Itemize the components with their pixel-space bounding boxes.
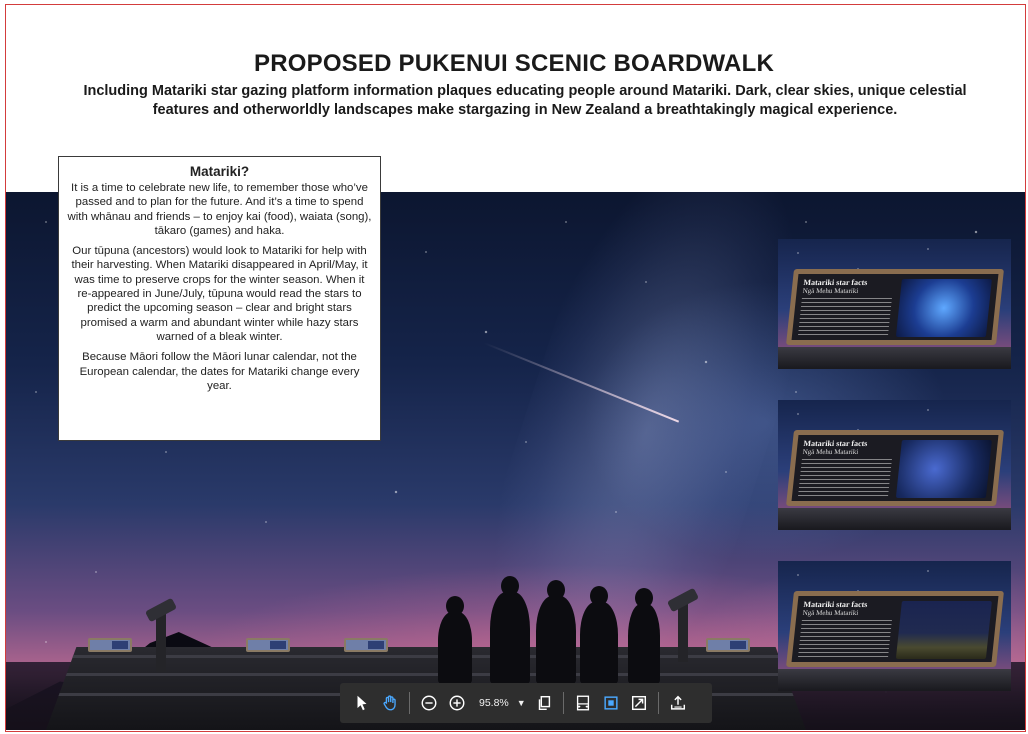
plaque-text-lines xyxy=(797,459,892,499)
info-plaque-board: Matariki star facts Ngā Mehu Matariki xyxy=(786,430,1004,506)
deck-rail xyxy=(46,673,806,676)
plaque-subtitle: Ngā Mehu Matariki xyxy=(802,609,859,617)
info-box-title: Matariki? xyxy=(189,164,250,179)
zoom-in-button[interactable] xyxy=(443,689,471,717)
panel-deck xyxy=(778,347,1011,369)
zoom-out-icon xyxy=(421,695,437,711)
plaque-title: Matariki star facts xyxy=(803,600,868,609)
telescope xyxy=(666,587,700,662)
person-silhouette xyxy=(490,576,530,684)
export-button[interactable] xyxy=(664,689,692,717)
deck-plaque xyxy=(706,638,750,652)
telescope xyxy=(144,597,178,672)
cursor-arrow-icon xyxy=(357,695,367,711)
export-icon xyxy=(670,695,685,710)
person-silhouette xyxy=(580,586,618,684)
info-paragraph: Because Māori follow the Māori lunar cal… xyxy=(79,351,360,392)
panel-deck xyxy=(778,669,1011,691)
page-title: PROPOSED PUKENUI SCENIC BOARDWALK xyxy=(254,50,774,77)
plaque-subtitle: Ngā Mehu Matariki xyxy=(802,287,859,295)
zoom-level-dropdown[interactable]: 95.8% ▼ xyxy=(471,697,530,709)
fact-panel-3: Matariki star facts Ngā Mehu Matariki xyxy=(778,561,1011,691)
fullscreen-button[interactable] xyxy=(625,689,653,717)
info-paragraph: It is a time to celebrate new life, to r… xyxy=(67,182,372,237)
plaque-title: Matariki star facts xyxy=(803,439,868,448)
plaque-subtitle: Ngā Mehu Matariki xyxy=(802,448,859,456)
info-plaque-board: Matariki star facts Ngā Mehu Matariki xyxy=(786,269,1004,345)
fact-panel-2: Matariki star facts Ngā Mehu Matariki xyxy=(778,400,1011,530)
fit-page-button[interactable] xyxy=(597,689,625,717)
toolbar-separator xyxy=(657,692,659,714)
fact-panel-1: Matariki star facts Ngā Mehu Matariki xyxy=(778,239,1011,369)
person-silhouette xyxy=(438,596,472,684)
info-paragraph: Our tūpuna (ancestors) would look to Mat… xyxy=(71,245,368,343)
panel-deck xyxy=(778,508,1011,530)
person-silhouette xyxy=(536,580,576,684)
copy-button[interactable] xyxy=(530,689,558,717)
deck-plaque xyxy=(344,638,388,652)
plaque-title: Matariki star facts xyxy=(803,278,868,287)
pan-tool-button[interactable] xyxy=(376,689,404,717)
fit-page-icon xyxy=(604,696,618,710)
viewer-toolbar: 95.8% ▼ xyxy=(340,683,712,723)
hand-icon xyxy=(383,695,396,711)
chevron-down-icon: ▼ xyxy=(516,698,526,708)
zoom-out-button[interactable] xyxy=(415,689,443,717)
zoom-in-icon xyxy=(449,695,465,711)
matariki-info-box: Matariki? It is a time to celebrate new … xyxy=(58,156,381,441)
toolbar-separator xyxy=(409,692,410,714)
plaque-text-lines xyxy=(797,620,892,660)
pleiades-image xyxy=(895,279,992,337)
fit-width-button[interactable] xyxy=(569,689,597,717)
fullscreen-icon xyxy=(631,695,646,711)
person-silhouette xyxy=(628,588,660,684)
night-landscape-image xyxy=(895,601,992,659)
deck-plaque xyxy=(88,638,132,652)
select-tool-button[interactable] xyxy=(348,689,376,717)
plaque-text-lines xyxy=(797,298,892,338)
toolbar-separator xyxy=(562,692,564,714)
copy-icon xyxy=(538,695,550,711)
fit-width-icon xyxy=(576,695,589,711)
page-subtitle: Including Matariki star gazing platform … xyxy=(83,83,967,118)
zoom-level-value: 95.8% xyxy=(479,697,509,709)
info-plaque-board: Matariki star facts Ngā Mehu Matariki xyxy=(786,591,1004,667)
deck-plaque xyxy=(246,638,290,652)
star-cluster-image xyxy=(895,440,992,498)
